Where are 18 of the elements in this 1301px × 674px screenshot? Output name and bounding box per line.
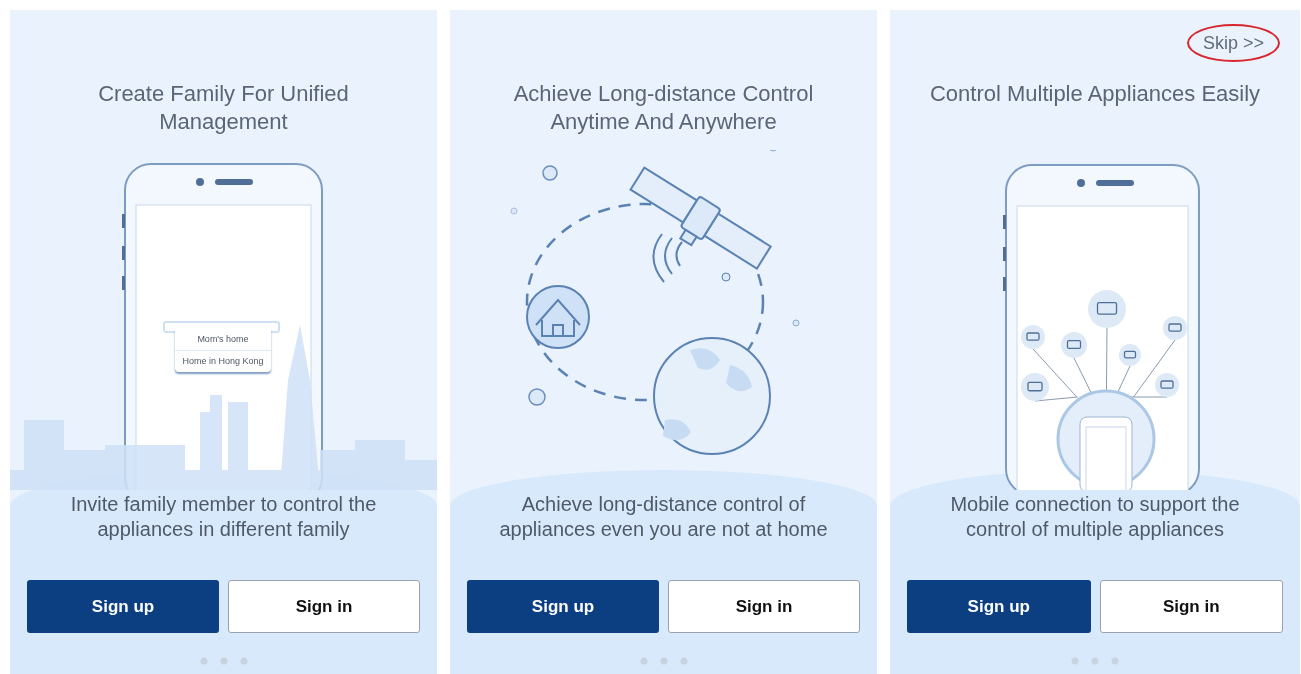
sign-up-button[interactable]: Sign up <box>907 580 1091 633</box>
slide-title: Control Multiple Appliances Easily <box>929 81 1261 106</box>
page-dots-icon <box>1071 657 1119 665</box>
sign-in-button[interactable]: Sign in <box>1099 580 1283 633</box>
slide-title: Create Family For Unified Management <box>98 81 349 134</box>
slide-description: Achieve long-distance control of appliances even you are not at home <box>498 492 829 542</box>
slide-description: Invite family member to control the appliances in different family <box>69 492 378 542</box>
sign-in-button[interactable]: Sign in <box>228 580 420 633</box>
skip-link[interactable]: Skip >> <box>1186 24 1280 62</box>
menu-item[interactable]: Mom's home <box>175 329 271 350</box>
slide-title: Achieve Long-distance Control Anytime And Anywhere <box>513 81 814 134</box>
sign-up-button[interactable]: Sign up <box>27 580 219 633</box>
sign-in-button[interactable]: Sign in <box>668 580 860 633</box>
menu-item[interactable]: Home in Hong Kong <box>175 350 271 372</box>
page-dots-icon <box>639 657 688 665</box>
slide-description: Mobile connection to support the control of multiple appliances <box>949 492 1241 542</box>
sign-up-button[interactable]: Sign up <box>467 580 659 633</box>
page-dots-icon <box>199 657 248 665</box>
